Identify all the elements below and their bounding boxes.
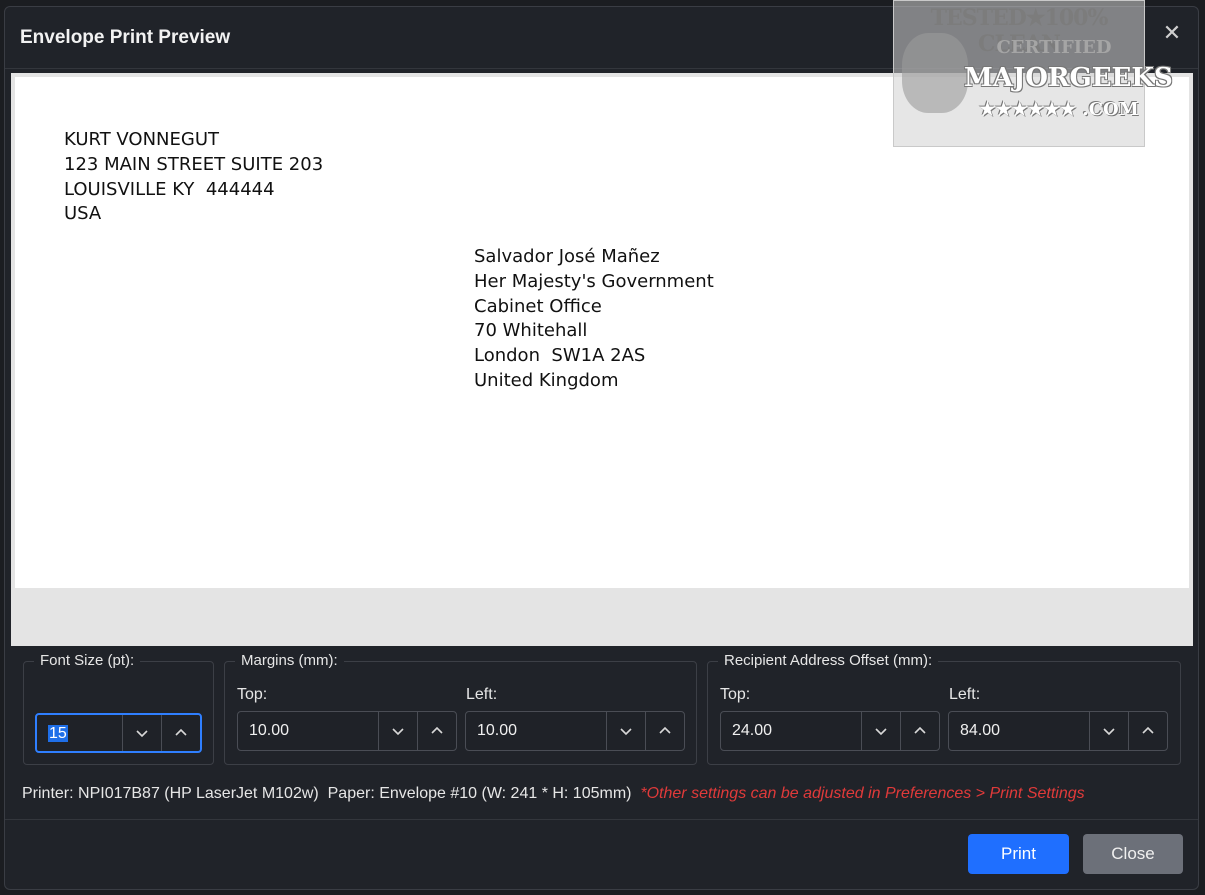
majorgeeks-watermark: TESTED★100% CLEAN CERTIFIED MAJORGEEKS ★… xyxy=(893,0,1173,147)
recipient-offset-group: Recipient Address Offset (mm): Top: Left… xyxy=(707,652,1181,765)
chevron-up-icon[interactable] xyxy=(417,712,456,750)
chevron-down-icon[interactable] xyxy=(1089,712,1128,750)
recipient-line: 70 Whitehall xyxy=(474,320,588,342)
settings-note: *Other settings can be adjusted in Prefe… xyxy=(640,785,1085,802)
offset-left-stepper[interactable]: 84.00 xyxy=(948,711,1168,751)
preview-area: KURT VONNEGUT 123 MAIN STREET SUITE 203 … xyxy=(11,73,1193,646)
margins-top-input[interactable]: 10.00 xyxy=(238,712,378,750)
paper-text: Paper: Envelope #10 (W: 241 * H: 105mm) xyxy=(327,785,632,802)
envelope-preview: KURT VONNEGUT 123 MAIN STREET SUITE 203 … xyxy=(15,77,1189,588)
printer-info: Printer: NPI017B87 (HP LaserJet M102w) P… xyxy=(22,785,1085,803)
recipient-line: London SW1A 2AS xyxy=(474,345,646,367)
close-button[interactable]: Close xyxy=(1083,834,1183,874)
margins-group: Margins (mm): Top: Left: 10.00 10.00 xyxy=(224,652,697,765)
offset-left-label: Left: xyxy=(949,686,981,703)
offset-top-stepper[interactable]: 24.00 xyxy=(720,711,940,751)
recipient-line: Her Majesty's Government xyxy=(474,270,714,292)
chevron-down-icon[interactable] xyxy=(606,712,645,750)
recipient-line: Salvador José Mañez xyxy=(474,246,660,267)
offset-top-label: Top: xyxy=(720,686,751,703)
font-size-stepper[interactable]: 15 xyxy=(35,713,202,753)
sender-address: KURT VONNEGUT 123 MAIN STREET SUITE 203 … xyxy=(64,128,323,227)
watermark-domain: ★★★★★★ .COM xyxy=(979,99,1139,120)
printer-text: Printer: NPI017B87 (HP LaserJet M102w) xyxy=(22,785,319,802)
sender-line: LOUISVILLE KY 444444 xyxy=(64,178,275,200)
sender-line: USA xyxy=(64,203,102,225)
offset-top-input[interactable]: 24.00 xyxy=(721,712,861,750)
watermark-brand: MAJORGEEKS xyxy=(964,63,1173,93)
sender-line: 123 MAIN STREET SUITE 203 xyxy=(64,153,324,175)
recipient-line: Cabinet Office xyxy=(474,295,602,317)
dialog-title: Envelope Print Preview xyxy=(20,27,231,48)
offset-left-input[interactable]: 84.00 xyxy=(949,712,1089,750)
font-size-legend: Font Size (pt): xyxy=(34,652,141,669)
margins-left-stepper[interactable]: 10.00 xyxy=(465,711,685,751)
chevron-down-icon[interactable] xyxy=(378,712,417,750)
chevron-up-icon[interactable] xyxy=(1128,712,1167,750)
font-size-input[interactable]: 15 xyxy=(37,715,122,751)
recipient-offset-legend: Recipient Address Offset (mm): xyxy=(718,652,939,669)
margins-top-stepper[interactable]: 10.00 xyxy=(237,711,457,751)
font-size-group: Font Size (pt): 15 xyxy=(23,652,214,765)
chevron-up-icon[interactable] xyxy=(645,712,684,750)
recipient-address: Salvador José Mañez Her Majesty's Govern… xyxy=(474,245,714,394)
close-icon[interactable]: ✕ xyxy=(1160,21,1184,45)
margins-legend: Margins (mm): xyxy=(235,652,344,669)
chevron-down-icon[interactable] xyxy=(861,712,900,750)
watermark-certified: CERTIFIED xyxy=(996,37,1112,58)
chevron-down-icon[interactable] xyxy=(122,715,161,751)
print-button[interactable]: Print xyxy=(968,834,1069,874)
chevron-up-icon[interactable] xyxy=(161,715,200,751)
margins-left-input[interactable]: 10.00 xyxy=(466,712,606,750)
margins-top-label: Top: xyxy=(237,686,268,703)
margins-left-label: Left: xyxy=(466,686,498,703)
chevron-up-icon[interactable] xyxy=(900,712,939,750)
recipient-line: United Kingdom xyxy=(474,369,619,391)
sender-line: KURT VONNEGUT xyxy=(64,129,219,150)
divider xyxy=(5,819,1198,820)
